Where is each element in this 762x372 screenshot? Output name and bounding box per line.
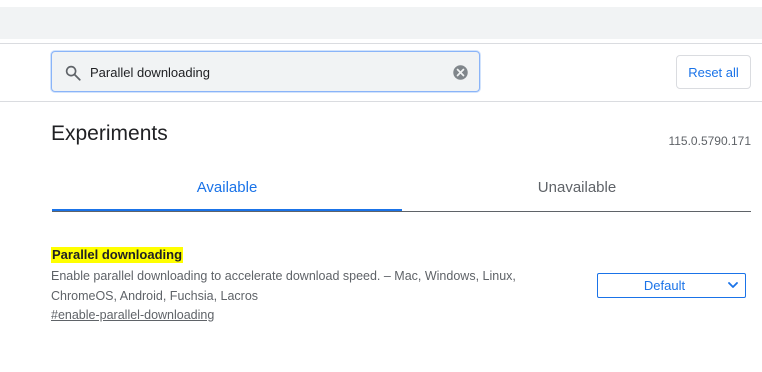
tab-available[interactable]: Available (52, 168, 402, 211)
tab-unavailable[interactable]: Unavailable (402, 168, 752, 210)
top-bar-band (0, 7, 762, 39)
top-bar (0, 0, 762, 44)
experiment-description: Enable parallel downloading to accelerat… (51, 269, 516, 303)
search-header: Reset all (0, 44, 762, 102)
reset-all-button[interactable]: Reset all (676, 55, 751, 89)
experiment-permalink[interactable]: #enable-parallel-downloading (51, 308, 214, 322)
clear-icon[interactable] (452, 64, 469, 81)
tab-bar: Available Unavailable (52, 168, 751, 212)
chevron-down-icon (728, 282, 738, 288)
page-title: Experiments (51, 122, 168, 145)
search-box[interactable] (51, 51, 480, 92)
search-input[interactable] (90, 60, 440, 84)
search-icon (65, 65, 81, 81)
version-label: 115.0.5790.171 (668, 134, 751, 148)
experiment-item: Parallel downloading Enable parallel dow… (51, 246, 751, 322)
select-value: Default (643, 278, 686, 293)
experiment-state-select[interactable]: Default (597, 273, 746, 298)
experiment-title: Parallel downloading (51, 247, 184, 263)
